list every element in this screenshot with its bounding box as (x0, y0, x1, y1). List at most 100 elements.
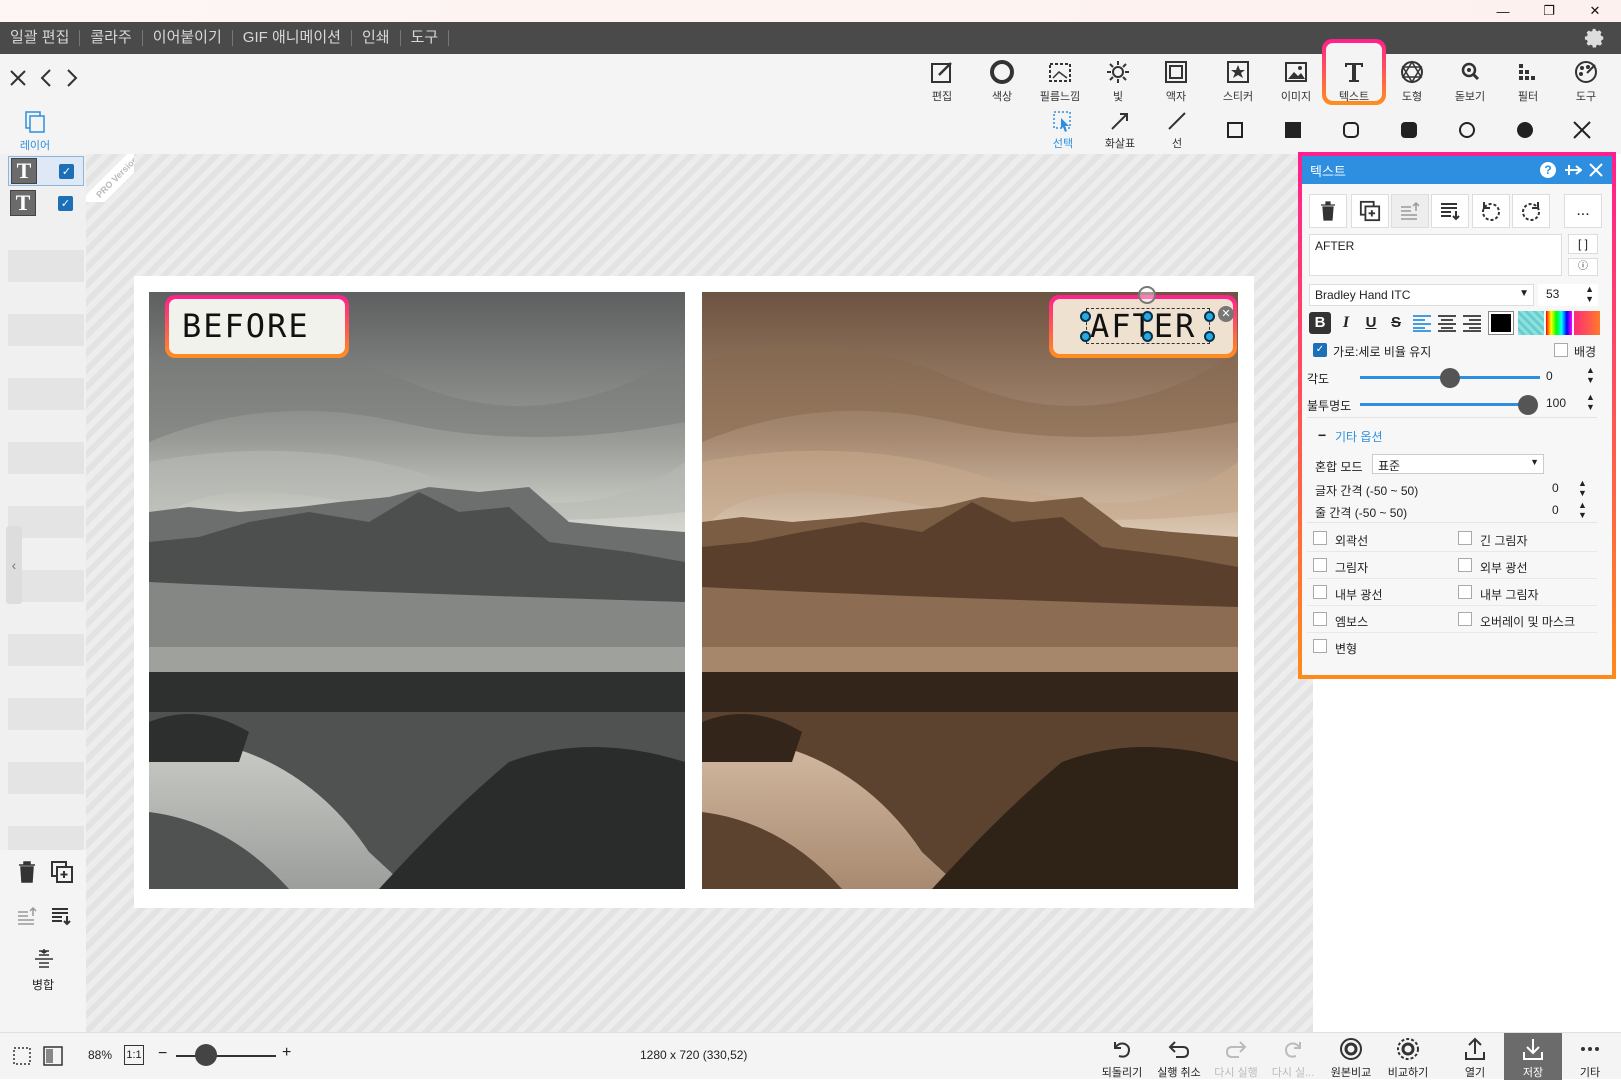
zoom-slider-thumb[interactable] (195, 1044, 217, 1066)
arrow-tool[interactable]: 화살표 (1095, 105, 1145, 154)
layer-row[interactable]: T ✓ (8, 156, 84, 186)
tool-filter[interactable]: 필터 (1500, 56, 1556, 104)
bracket-button[interactable]: [ ] (1568, 234, 1598, 254)
rotate-handle-icon[interactable] (1138, 286, 1156, 304)
menu-gif[interactable]: GIF 애니메이션 (233, 30, 352, 46)
rotate-left-button[interactable] (1472, 194, 1510, 228)
forward-icon[interactable] (64, 68, 80, 88)
blend-mode-select[interactable]: 표준 ▼ (1372, 454, 1544, 474)
bold-button[interactable]: B (1309, 312, 1331, 334)
tool-frame[interactable]: 액자 (1148, 56, 1204, 104)
bring-forward-button[interactable] (1391, 194, 1429, 228)
layer-visible-checkbox[interactable]: ✓ (59, 163, 74, 179)
back-icon[interactable] (38, 68, 54, 88)
menu-tools[interactable]: 도구 (401, 30, 450, 46)
text-input[interactable]: AFTER (1309, 234, 1562, 276)
tool-sticker[interactable]: 스티커 (1210, 56, 1266, 104)
italic-button[interactable]: I (1335, 312, 1357, 334)
gear-icon[interactable] (1584, 27, 1606, 49)
gradient-swatch-2[interactable] (1574, 311, 1600, 335)
tool-text-overlay[interactable]: 텍스트 (1326, 56, 1382, 104)
tool-film[interactable]: 필름느낌 (1032, 56, 1088, 104)
opacity-value[interactable]: 100 (1546, 396, 1566, 410)
before-photo[interactable] (149, 292, 685, 889)
redo-button[interactable]: 다시 실행 (1208, 1036, 1264, 1080)
collapse-panel-handle[interactable]: ‹ (6, 526, 22, 604)
strikethrough-button[interactable]: S (1385, 312, 1407, 334)
duplicate-text-button[interactable] (1351, 194, 1389, 228)
before-text-layer[interactable]: BEFORE (182, 307, 310, 345)
stepper-arrows-icon[interactable]: ▲ ▼ (1586, 392, 1595, 412)
tool-magnifier[interactable]: 돋보기 (1442, 56, 1498, 104)
text-color-swatch[interactable] (1488, 311, 1514, 335)
zoom-in-button[interactable]: + (282, 1044, 291, 1062)
tool-image[interactable]: 이미지 (1268, 56, 1324, 104)
duplicate-icon[interactable] (50, 860, 74, 884)
collapse-icon[interactable]: − (1318, 427, 1326, 443)
font-select[interactable]: Bradley Hand ITC ▼ (1309, 284, 1534, 306)
merge-icon[interactable] (33, 948, 55, 970)
shadow-checkbox[interactable] (1313, 558, 1327, 572)
underline-button[interactable]: U (1360, 312, 1382, 334)
menu-collage[interactable]: 콜라주 (80, 30, 143, 46)
align-left-icon[interactable] (1412, 314, 1432, 332)
emboss-checkbox[interactable] (1313, 612, 1327, 626)
line-tool[interactable]: 선 (1152, 105, 1202, 154)
zoom-slider-track[interactable] (176, 1055, 276, 1057)
keep-ratio-checkbox[interactable]: ✓ (1313, 343, 1327, 357)
gradient-swatch[interactable] (1546, 311, 1572, 335)
other-options-toggle[interactable]: 기타 옵션 (1335, 428, 1383, 445)
menu-stitch[interactable]: 이어붙이기 (143, 30, 233, 46)
help-icon[interactable]: ? (1540, 162, 1556, 178)
delete-text-button[interactable] (1309, 194, 1347, 228)
font-size-stepper[interactable]: 53 ▲ ▼ (1538, 284, 1598, 306)
line-spacing-value[interactable]: 0 (1552, 503, 1559, 517)
rounded-rect-filled-icon[interactable] (1400, 121, 1418, 139)
align-center-icon[interactable] (1437, 314, 1457, 332)
more-options-button[interactable]: 기타 (1562, 1036, 1618, 1080)
close-window-button[interactable]: ✕ (1572, 0, 1618, 22)
resize-handle[interactable] (1204, 331, 1215, 342)
tool-color[interactable]: 색상 (974, 56, 1030, 104)
transform-checkbox[interactable] (1313, 639, 1327, 653)
bring-forward-icon[interactable] (16, 906, 38, 926)
long-shadow-checkbox[interactable] (1458, 531, 1472, 545)
rectangle-filled-icon[interactable] (1284, 121, 1302, 139)
menu-print[interactable]: 인쇄 (352, 30, 401, 46)
fit-screen-icon[interactable] (42, 1045, 64, 1067)
actual-size-button[interactable]: 1:1 (124, 1045, 144, 1065)
layer-row[interactable]: T ✓ (8, 188, 84, 218)
restore-button[interactable]: ❐ (1526, 0, 1572, 22)
outline-checkbox[interactable] (1313, 531, 1327, 545)
tool-light[interactable]: 빛 (1090, 56, 1146, 104)
pin-icon[interactable] (1564, 162, 1582, 178)
compare-button[interactable]: 비교하기 (1380, 1036, 1436, 1080)
tool-edit[interactable]: 편집 (914, 56, 970, 104)
resize-handle[interactable] (1142, 311, 1153, 322)
stepper-arrows-icon[interactable]: ▲ ▼ (1578, 478, 1587, 498)
undo-button[interactable]: 실행 취소 (1151, 1036, 1207, 1080)
letter-spacing-value[interactable]: 0 (1552, 481, 1559, 495)
revert-button[interactable]: 되돌리기 (1094, 1036, 1150, 1080)
redo-all-button[interactable]: 다시 실... (1265, 1036, 1321, 1080)
original-compare-button[interactable]: 원본비교 (1323, 1036, 1379, 1080)
tool-shape[interactable]: 도형 (1384, 56, 1440, 104)
circle-filled-icon[interactable] (1516, 121, 1534, 139)
opacity-slider-track[interactable] (1360, 403, 1530, 406)
layer-button[interactable]: 레이어 (10, 105, 60, 154)
angle-slider-thumb[interactable] (1440, 368, 1460, 388)
angle-value[interactable]: 0 (1546, 369, 1553, 383)
rotate-right-button[interactable] (1512, 194, 1550, 228)
after-photo[interactable] (702, 292, 1238, 889)
overlay-mask-checkbox[interactable] (1458, 612, 1472, 626)
more-button[interactable]: ... (1564, 194, 1602, 228)
trash-icon[interactable] (16, 860, 38, 884)
circle-outline-icon[interactable] (1458, 121, 1476, 139)
send-backward-button[interactable] (1431, 194, 1469, 228)
select-area-icon[interactable] (12, 1046, 32, 1066)
inner-shadow-checkbox[interactable] (1458, 585, 1472, 599)
menu-batch-edit[interactable]: 일괄 편집 (0, 30, 81, 46)
inner-glow-checkbox[interactable] (1313, 585, 1327, 599)
resize-handle[interactable] (1080, 311, 1091, 322)
resize-handle[interactable] (1142, 331, 1153, 342)
